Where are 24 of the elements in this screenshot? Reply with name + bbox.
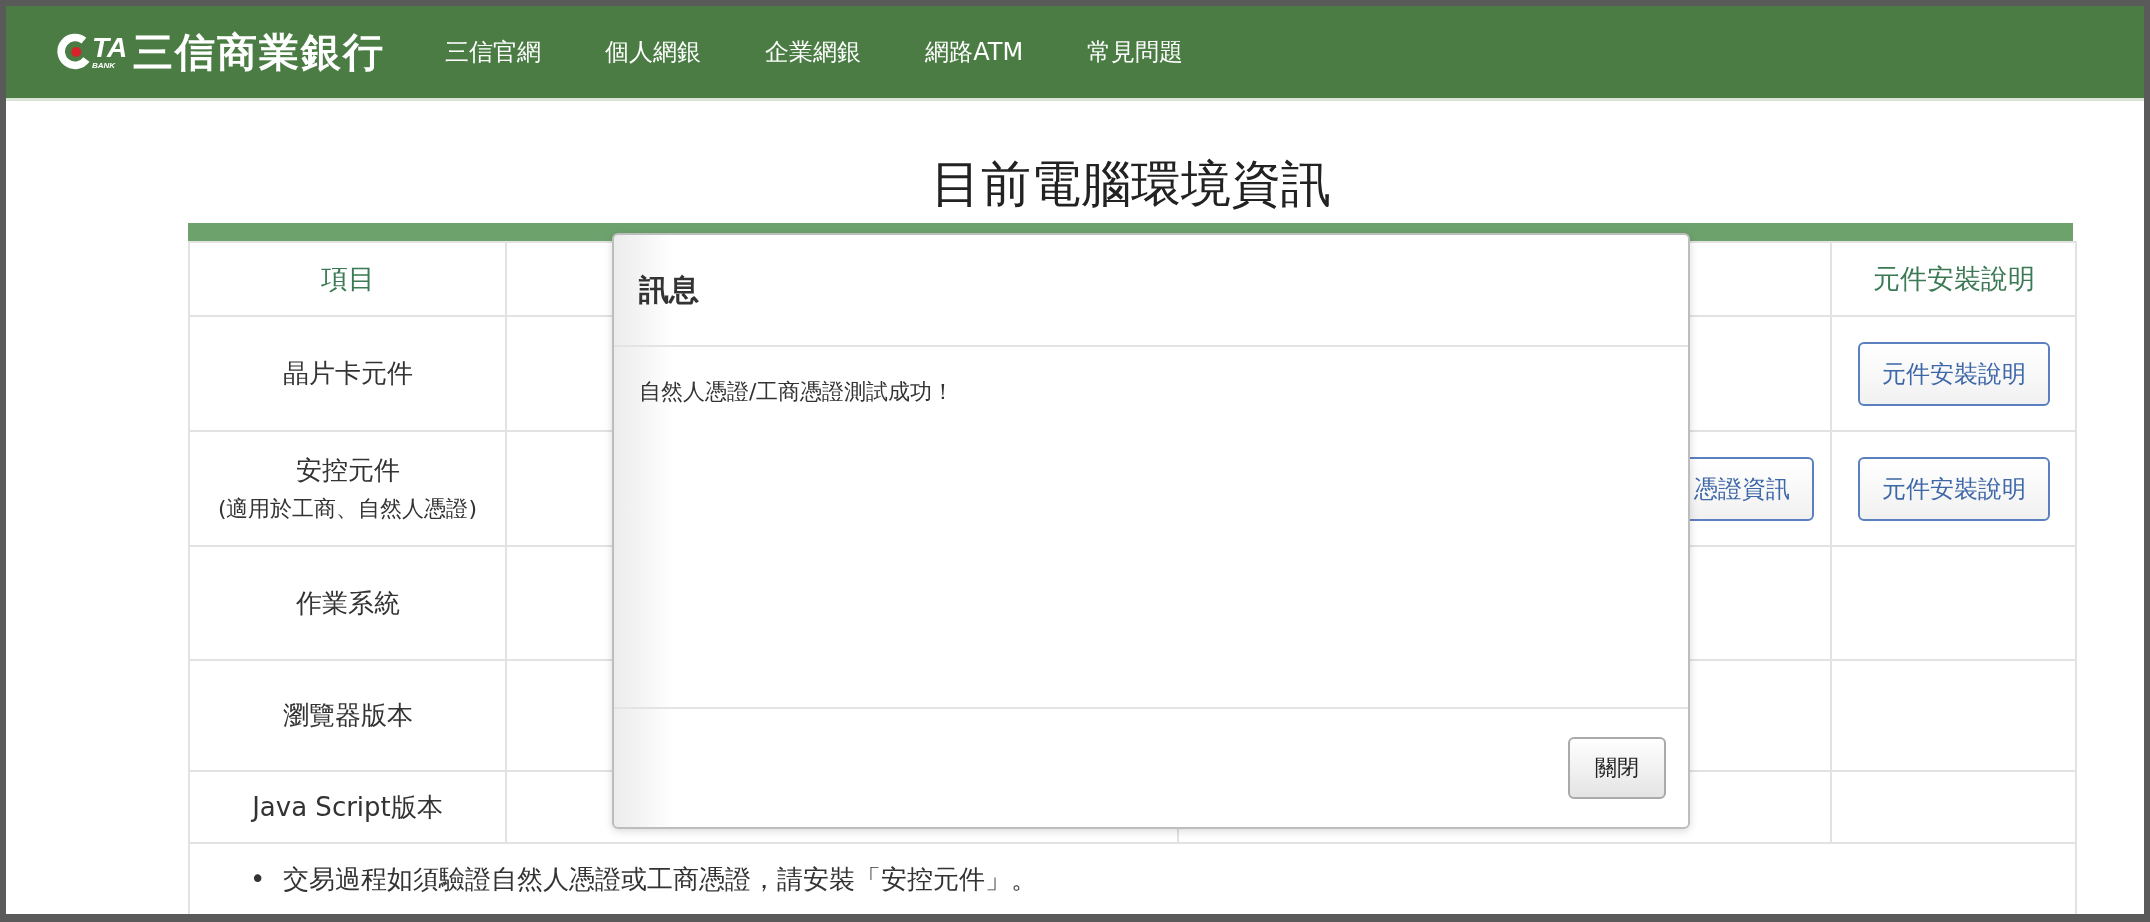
page-title: 目前電腦環境資訊 <box>929 154 1332 215</box>
bullet: • <box>250 864 266 894</box>
item-name: 晶片卡元件 <box>281 357 414 390</box>
item-note: (適用於工商、自然人憑證) <box>216 495 479 523</box>
column-header: 項目 <box>320 263 375 294</box>
nav-link[interactable]: 企業網銀 <box>765 36 862 68</box>
dialog-title: 訊息 <box>639 270 699 309</box>
close-button[interactable]: 關閉 <box>1568 737 1666 799</box>
item-name: 瀏覽器版本 <box>281 699 414 732</box>
bank-name: 三信商業銀行 <box>133 27 386 77</box>
install-guide-button[interactable]: 元件安裝說明 <box>1857 456 2050 521</box>
nav-link[interactable]: 網路ATM <box>925 36 1024 68</box>
item-name: 作業系統 <box>294 586 401 620</box>
logo-subtext: BANK <box>92 62 116 70</box>
nav-link[interactable]: 個人網銀 <box>605 36 702 68</box>
item-name: Java Script版本 <box>250 790 444 824</box>
logo-mark: TA <box>92 34 128 62</box>
install-guide-button[interactable]: 元件安裝說明 <box>1857 341 2050 406</box>
dialog-message: 自然人憑證/工商憑證測試成功！ <box>639 379 955 404</box>
note-text: 交易過程如須驗證自然人憑證或工商憑證，請安裝「安控元件」。 <box>283 862 1038 896</box>
nav-link[interactable]: 常見問題 <box>1087 36 1184 68</box>
nav-link[interactable]: 三信官網 <box>445 36 542 68</box>
column-header: 元件安裝說明 <box>1872 263 2035 294</box>
item-name: 安控元件 <box>294 454 401 487</box>
